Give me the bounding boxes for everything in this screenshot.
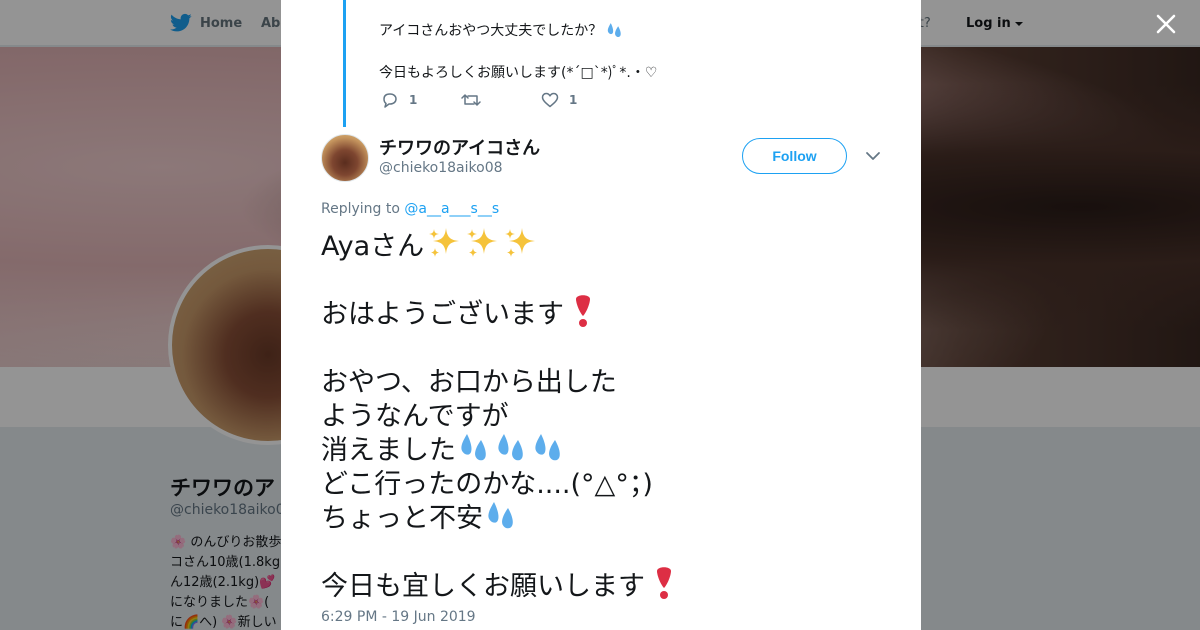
author-avatar[interactable] bbox=[321, 134, 369, 182]
sweat-droplets-icon bbox=[608, 23, 622, 38]
reply-count: 1 bbox=[409, 93, 418, 107]
tweet-line: Ayaさん bbox=[321, 226, 881, 262]
sparkles-icon bbox=[429, 228, 460, 257]
tweet-line-text: 今日も宜しくお願いします bbox=[321, 570, 645, 602]
tweet-timestamp[interactable]: 6:29 PM - 19 Jun 2019 bbox=[321, 609, 476, 625]
sweat-droplets-icon bbox=[461, 434, 486, 461]
like-button[interactable]: 1 bbox=[541, 92, 621, 108]
tweet-modal: アイコさんおやつ大丈夫でしたか？ 今日もよろしくお願いします(*´□`*)ﾟ*.… bbox=[281, 0, 921, 630]
sparkles-icon bbox=[467, 228, 498, 257]
tweet-line: ようなんですが bbox=[321, 400, 509, 432]
tweet-line: 今日も宜しくお願いします bbox=[321, 566, 881, 602]
tweet-line: ちょっと不安 bbox=[321, 498, 881, 534]
previous-tweet-actions: 1 1 bbox=[381, 92, 621, 108]
tweet-line: おはようございます bbox=[321, 294, 881, 330]
tweet-text: Ayaさん おはようございます おやつ、お口から出した ようなんですが 消えまし… bbox=[321, 226, 881, 602]
thread-connector bbox=[343, 0, 346, 127]
exclamation-icon bbox=[657, 567, 671, 599]
tweet-line: 消えました bbox=[321, 430, 881, 466]
close-icon[interactable] bbox=[1152, 10, 1180, 38]
reply-button[interactable]: 1 bbox=[381, 92, 461, 108]
tweet-line-text: ちょっと不安 bbox=[321, 502, 483, 534]
replying-mention-link[interactable]: @a__a___s__s bbox=[404, 201, 499, 217]
retweet-button[interactable] bbox=[461, 92, 541, 108]
sweat-droplets-icon bbox=[498, 434, 523, 461]
previous-tweet-line: アイコさんおやつ大丈夫でしたか？ bbox=[379, 23, 603, 39]
reply-icon bbox=[383, 93, 397, 108]
replying-to: Replying to @a__a___s__s bbox=[321, 201, 499, 217]
heart-icon bbox=[541, 92, 559, 108]
exclamation-icon bbox=[576, 295, 590, 327]
tweet-line-text: おはようございます bbox=[321, 298, 564, 330]
tweet-line: どこ行ったのかな....(°△°；) bbox=[321, 468, 653, 500]
previous-tweet-text: アイコさんおやつ大丈夫でしたか？ bbox=[379, 20, 625, 40]
sweat-droplets-icon bbox=[488, 502, 513, 529]
previous-tweet-line: 今日もよろしくお願いします(*´□`*)ﾟ*.・♡ bbox=[379, 65, 658, 81]
replying-prefix: Replying to bbox=[321, 201, 400, 217]
follow-button[interactable]: Follow bbox=[742, 138, 847, 174]
like-count: 1 bbox=[569, 93, 578, 107]
sweat-droplets-icon bbox=[535, 434, 560, 461]
tweet-line-text: Ayaさん bbox=[321, 230, 425, 262]
author-handle[interactable]: @chieko18aiko08 bbox=[379, 160, 503, 176]
tweet-line: おやつ、お口から出した bbox=[321, 366, 617, 398]
author-name[interactable]: チワワのアイコさん bbox=[379, 134, 540, 160]
chevron-down-icon[interactable] bbox=[865, 150, 881, 162]
sparkles-icon bbox=[505, 228, 536, 257]
retweet-icon bbox=[461, 94, 481, 106]
